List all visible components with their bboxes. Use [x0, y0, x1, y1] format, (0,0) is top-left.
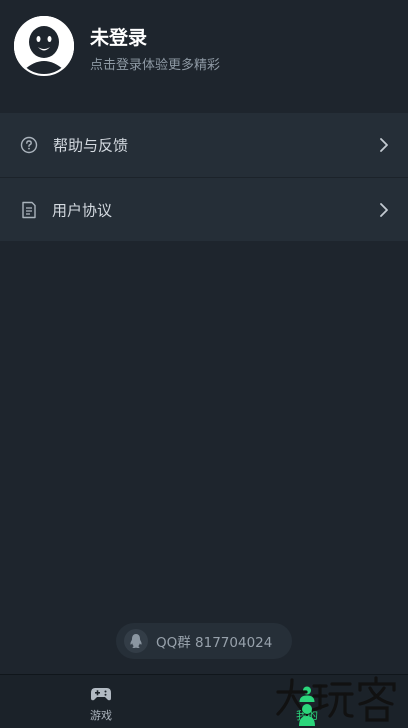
bottom-tab-bar: 游戏 我的: [0, 674, 408, 728]
login-hint: 点击登录体验更多精彩: [90, 58, 221, 73]
qq-group-button[interactable]: QQ群 817704024: [116, 623, 292, 659]
document-icon: [19, 200, 39, 220]
tab-label: 我的: [296, 709, 318, 722]
profile-icon: [298, 685, 316, 703]
menu-item-help-feedback[interactable]: 帮助与反馈: [0, 113, 408, 177]
tab-mine[interactable]: 我的: [247, 675, 367, 728]
settings-menu: 帮助与反馈 用户协议: [0, 113, 408, 241]
qq-penguin-icon: [124, 629, 148, 653]
gamepad-icon: [90, 685, 112, 703]
avatar[interactable]: [14, 16, 74, 76]
profile-header[interactable]: 未登录 点击登录体验更多精彩: [0, 0, 408, 113]
user-face-icon: [14, 16, 74, 76]
menu-item-label: 帮助与反馈: [53, 136, 129, 155]
chevron-right-icon: [380, 138, 388, 152]
menu-item-user-agreement[interactable]: 用户协议: [0, 177, 408, 241]
tab-games[interactable]: 游戏: [41, 675, 161, 728]
tab-label: 游戏: [90, 709, 112, 722]
help-circle-icon: [19, 135, 39, 155]
profile-text[interactable]: 未登录 点击登录体验更多精彩: [90, 26, 220, 74]
username-label: 未登录: [90, 27, 148, 49]
qq-group-label: QQ群 817704024: [156, 635, 273, 651]
chevron-right-icon: [380, 202, 388, 217]
menu-item-label: 用户协议: [52, 201, 113, 219]
